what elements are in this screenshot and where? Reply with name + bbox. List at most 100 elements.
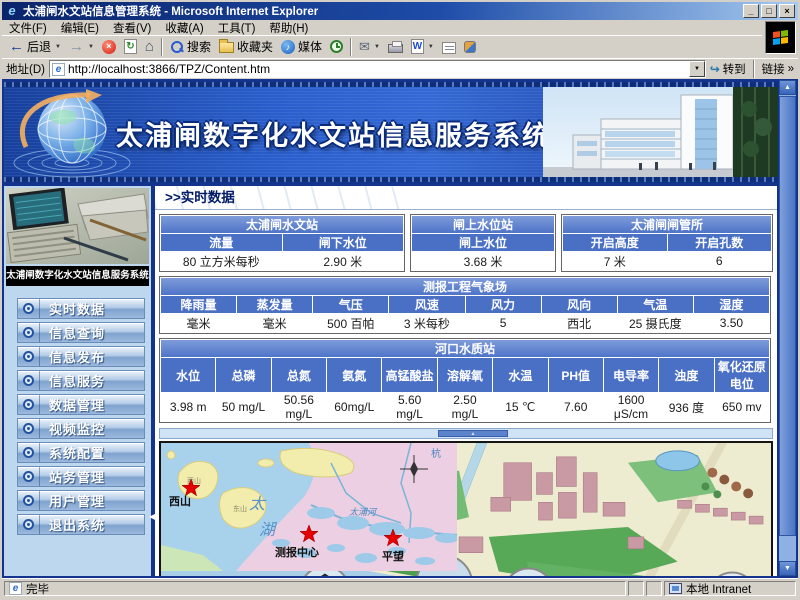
col-header: 蒸发量	[237, 296, 312, 313]
home-icon: ⌂	[145, 40, 154, 54]
menu-help[interactable]: 帮助(H)	[262, 20, 315, 36]
radio-icon	[18, 395, 40, 414]
section-title: >>实时数据	[155, 186, 777, 210]
sidebar-item-exit-system[interactable]: 退出系统	[17, 514, 145, 535]
radio-icon	[18, 299, 40, 318]
history-button[interactable]	[326, 39, 347, 54]
address-input[interactable]	[65, 62, 689, 76]
search-button[interactable]: 搜索	[166, 37, 215, 56]
back-button[interactable]: ← 后退 ▼	[5, 37, 65, 56]
home-button[interactable]: ⌂	[141, 39, 158, 55]
sidebar: 太浦闸数字化水文站信息服务系统 实时数据 信息查询 信息发布 信息服务 数据管理…	[4, 186, 151, 576]
discuss-icon	[442, 42, 456, 54]
scroll-up-button[interactable]: ▲	[779, 80, 796, 95]
tables-area: 太浦闸水文站 流量 闸下水位 80 立方米每秒 2.90 米 闸上水位站 闸上水…	[155, 210, 777, 427]
sidebar-item-info-service[interactable]: 信息服务	[17, 370, 145, 391]
menu-bar: 文件(F) 编辑(E) 查看(V) 收藏(A) 工具(T) 帮助(H)	[2, 20, 762, 35]
horizontal-scrollbar[interactable]: ▲	[159, 428, 773, 439]
sidebar-item-video-monitor[interactable]: 视频监控	[17, 418, 145, 439]
standard-toolbar: ← 后退 ▼ → ▼ × ↻ ⌂ 搜索 收藏夹 ♪ 媒体 ✉ ▼	[2, 35, 762, 57]
radio-icon	[18, 347, 40, 366]
sidebar-caption: 太浦闸数字化水文站信息服务系统	[6, 266, 149, 286]
col-header: 总氮	[272, 358, 326, 392]
edit-with-word-button[interactable]: W ▼	[407, 38, 438, 55]
cell-value: 60mg/L	[327, 393, 381, 421]
cell-value: 80 立方米每秒	[161, 252, 282, 270]
status-empty-panel	[628, 581, 644, 596]
media-icon: ♪	[281, 40, 295, 54]
title-bar: e 太浦闸水文站信息管理系统 - Microsoft Internet Expl…	[2, 2, 798, 20]
table-taipu-hydrostation: 太浦闸水文站 流量 闸下水位 80 立方米每秒 2.90 米	[159, 214, 405, 272]
col-header: 流量	[161, 234, 282, 251]
col-header: 开启高度	[563, 234, 667, 251]
discuss-button[interactable]	[438, 39, 460, 55]
marker-label-center: 测报中心	[275, 545, 319, 559]
table-title: 河口水质站	[161, 340, 769, 357]
sidebar-photo	[6, 188, 149, 264]
horizontal-scrollbar-thumb[interactable]: ▲	[438, 430, 508, 437]
sidebar-item-station-management[interactable]: 站务管理	[17, 466, 145, 487]
region-inset-map[interactable]: 西山 东山 太 湖 太浦河 杭 西山 测报中心 平望	[161, 443, 457, 571]
stop-button[interactable]: ×	[98, 39, 120, 55]
menu-view[interactable]: 查看(V)	[106, 20, 158, 36]
back-dropdown-icon[interactable]: ▼	[55, 44, 61, 50]
address-dropdown-button[interactable]: ▼	[689, 61, 705, 77]
col-header: 闸下水位	[283, 234, 404, 251]
windows-throbber	[765, 21, 796, 54]
refresh-button[interactable]: ↻	[120, 38, 141, 55]
print-button[interactable]	[384, 39, 407, 54]
mail-dropdown-icon[interactable]: ▼	[374, 44, 380, 50]
go-button[interactable]: ↪ 转到	[710, 61, 746, 77]
sidebar-item-info-publish[interactable]: 信息发布	[17, 346, 145, 367]
cell-value: 7.60	[549, 393, 603, 421]
scrollbar-thumb[interactable]	[779, 96, 796, 536]
search-icon	[170, 40, 184, 54]
sidebar-item-realtime-data[interactable]: 实时数据	[17, 298, 145, 319]
messenger-button[interactable]	[460, 40, 480, 54]
stop-icon: ×	[102, 40, 116, 54]
col-header: 高锰酸盐	[382, 358, 436, 392]
sidebar-item-info-query[interactable]: 信息查询	[17, 322, 145, 343]
forward-button[interactable]: → ▼	[65, 39, 98, 55]
favorites-button[interactable]: 收藏夹	[215, 37, 277, 56]
links-button[interactable]: 链接 »	[762, 61, 794, 77]
favorites-folder-icon	[219, 42, 234, 53]
status-page-icon: e	[9, 582, 22, 595]
media-button[interactable]: ♪ 媒体	[277, 37, 326, 56]
menu-tools[interactable]: 工具(T)	[211, 20, 263, 36]
edit-dropdown-icon[interactable]: ▼	[428, 44, 434, 50]
close-button[interactable]: ×	[779, 4, 795, 18]
island-label-dongshan: 东山	[233, 504, 247, 513]
menu-file[interactable]: 文件(F)	[2, 20, 54, 36]
mail-button[interactable]: ✉ ▼	[355, 39, 384, 55]
table-gate-office: 太浦闸闸管所 开启高度 开启孔数 7 米 6	[561, 214, 773, 272]
cell-value: 毫米	[161, 314, 236, 332]
table-upstream-level-station: 闸上水位站 闸上水位 3.68 米	[410, 214, 556, 272]
menu-favorites[interactable]: 收藏(A)	[158, 20, 210, 36]
forward-dropdown-icon[interactable]: ▼	[88, 44, 94, 50]
col-header: 氧化还原电位	[715, 358, 769, 392]
cell-value: 6	[668, 252, 772, 270]
status-bar: e 完毕 本地 Intranet	[2, 578, 798, 598]
radio-icon	[18, 467, 40, 486]
cell-value: 毫米	[237, 314, 312, 332]
cell-value: 15 ℃	[493, 393, 547, 421]
menu-edit[interactable]: 编辑(E)	[54, 20, 106, 36]
cell-value: 西北	[542, 314, 617, 332]
sidebar-item-user-management[interactable]: 用户管理	[17, 490, 145, 511]
sidebar-item-system-config[interactable]: 系统配置	[17, 442, 145, 463]
table-title: 太浦闸水文站	[161, 216, 403, 233]
cell-value: 5.60 mg/L	[382, 393, 436, 421]
vertical-scrollbar[interactable]: ▲ ▼	[779, 80, 796, 576]
address-label: 地址(D)	[6, 61, 45, 77]
minimize-button[interactable]: _	[743, 4, 759, 18]
toolbar-separator	[350, 38, 352, 56]
status-text: 完毕	[26, 581, 49, 597]
back-label: 后退	[27, 38, 51, 55]
cell-value: 25 摄氏度	[618, 314, 693, 332]
pond	[656, 451, 700, 471]
restore-button[interactable]: □	[761, 4, 777, 18]
scroll-down-button[interactable]: ▼	[779, 561, 796, 576]
sidebar-item-data-management[interactable]: 数据管理	[17, 394, 145, 415]
history-clock-icon	[330, 40, 343, 53]
